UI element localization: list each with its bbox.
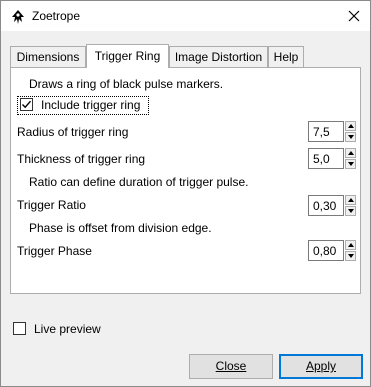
radius-increment[interactable] (345, 121, 356, 131)
title-bar: Zoetrope (1, 1, 370, 31)
close-button-label: Close (215, 359, 247, 373)
tab-image-distortion[interactable]: Image Distortion (169, 46, 268, 67)
chevron-down-icon (348, 135, 354, 139)
phase-label: Trigger Phase (17, 244, 92, 258)
apply-button[interactable]: Apply (279, 354, 363, 379)
ratio-spin-arrows (345, 195, 356, 216)
phase-spin-arrows (345, 240, 356, 261)
radius-spin-arrows (345, 121, 356, 142)
thickness-label: Thickness of trigger ring (17, 152, 146, 166)
tab-dimensions[interactable]: Dimensions (10, 46, 86, 67)
apply-button-label: Apply (305, 359, 337, 373)
window-title: Zoetrope (32, 9, 81, 23)
live-preview-checkbox[interactable] (13, 322, 26, 335)
tab-trigger-ring[interactable]: Trigger Ring (86, 44, 169, 68)
phase-note: Phase is offset from division edge. (29, 221, 212, 235)
phase-increment[interactable] (345, 240, 356, 250)
chevron-up-icon (348, 198, 354, 202)
include-trigger-ring-checkbox[interactable] (20, 98, 33, 111)
dialog-window: Zoetrope Dimensions Trigger Ring Image D… (0, 0, 371, 387)
inkscape-icon (12, 10, 24, 24)
chevron-down-icon (348, 162, 354, 166)
chevron-up-icon (348, 151, 354, 155)
phase-decrement[interactable] (345, 251, 356, 261)
chevron-up-icon (348, 124, 354, 128)
thickness-spin-arrows (345, 148, 356, 169)
radius-decrement[interactable] (345, 132, 356, 142)
thickness-decrement[interactable] (345, 159, 356, 169)
ratio-label: Trigger Ratio (17, 198, 86, 212)
radius-label: Radius of trigger ring (17, 125, 129, 139)
radius-spinbox: 7,5 (308, 121, 356, 142)
close-icon[interactable] (345, 7, 363, 25)
ratio-decrement[interactable] (345, 206, 356, 216)
trigger-ring-panel: Draws a ring of black pulse markers. Inc… (10, 67, 361, 294)
thickness-increment[interactable] (345, 148, 356, 158)
include-trigger-ring-label[interactable]: Include trigger ring (41, 98, 140, 112)
ratio-spinbox: 0,30 (308, 195, 356, 216)
thickness-input[interactable]: 5,0 (308, 148, 344, 169)
description-text: Draws a ring of black pulse markers. (29, 77, 224, 91)
ratio-note: Ratio can define duration of trigger pul… (29, 175, 249, 189)
live-preview-label[interactable]: Live preview (34, 322, 101, 336)
phase-spinbox: 0,80 (308, 240, 356, 261)
close-button[interactable]: Close (189, 354, 273, 379)
radius-input[interactable]: 7,5 (308, 121, 344, 142)
chevron-up-icon (348, 243, 354, 247)
ratio-input[interactable]: 0,30 (308, 195, 344, 216)
chevron-down-icon (348, 254, 354, 258)
tab-label: Trigger Ring (94, 49, 161, 63)
tab-label: Image Distortion (174, 50, 263, 64)
tab-help[interactable]: Help (268, 46, 304, 67)
tab-label: Dimensions (16, 50, 80, 64)
tab-label: Help (273, 50, 299, 64)
chevron-down-icon (348, 209, 354, 213)
checkmark-icon (22, 100, 32, 109)
ratio-increment[interactable] (345, 195, 356, 205)
thickness-spinbox: 5,0 (308, 148, 356, 169)
phase-input[interactable]: 0,80 (308, 240, 344, 261)
